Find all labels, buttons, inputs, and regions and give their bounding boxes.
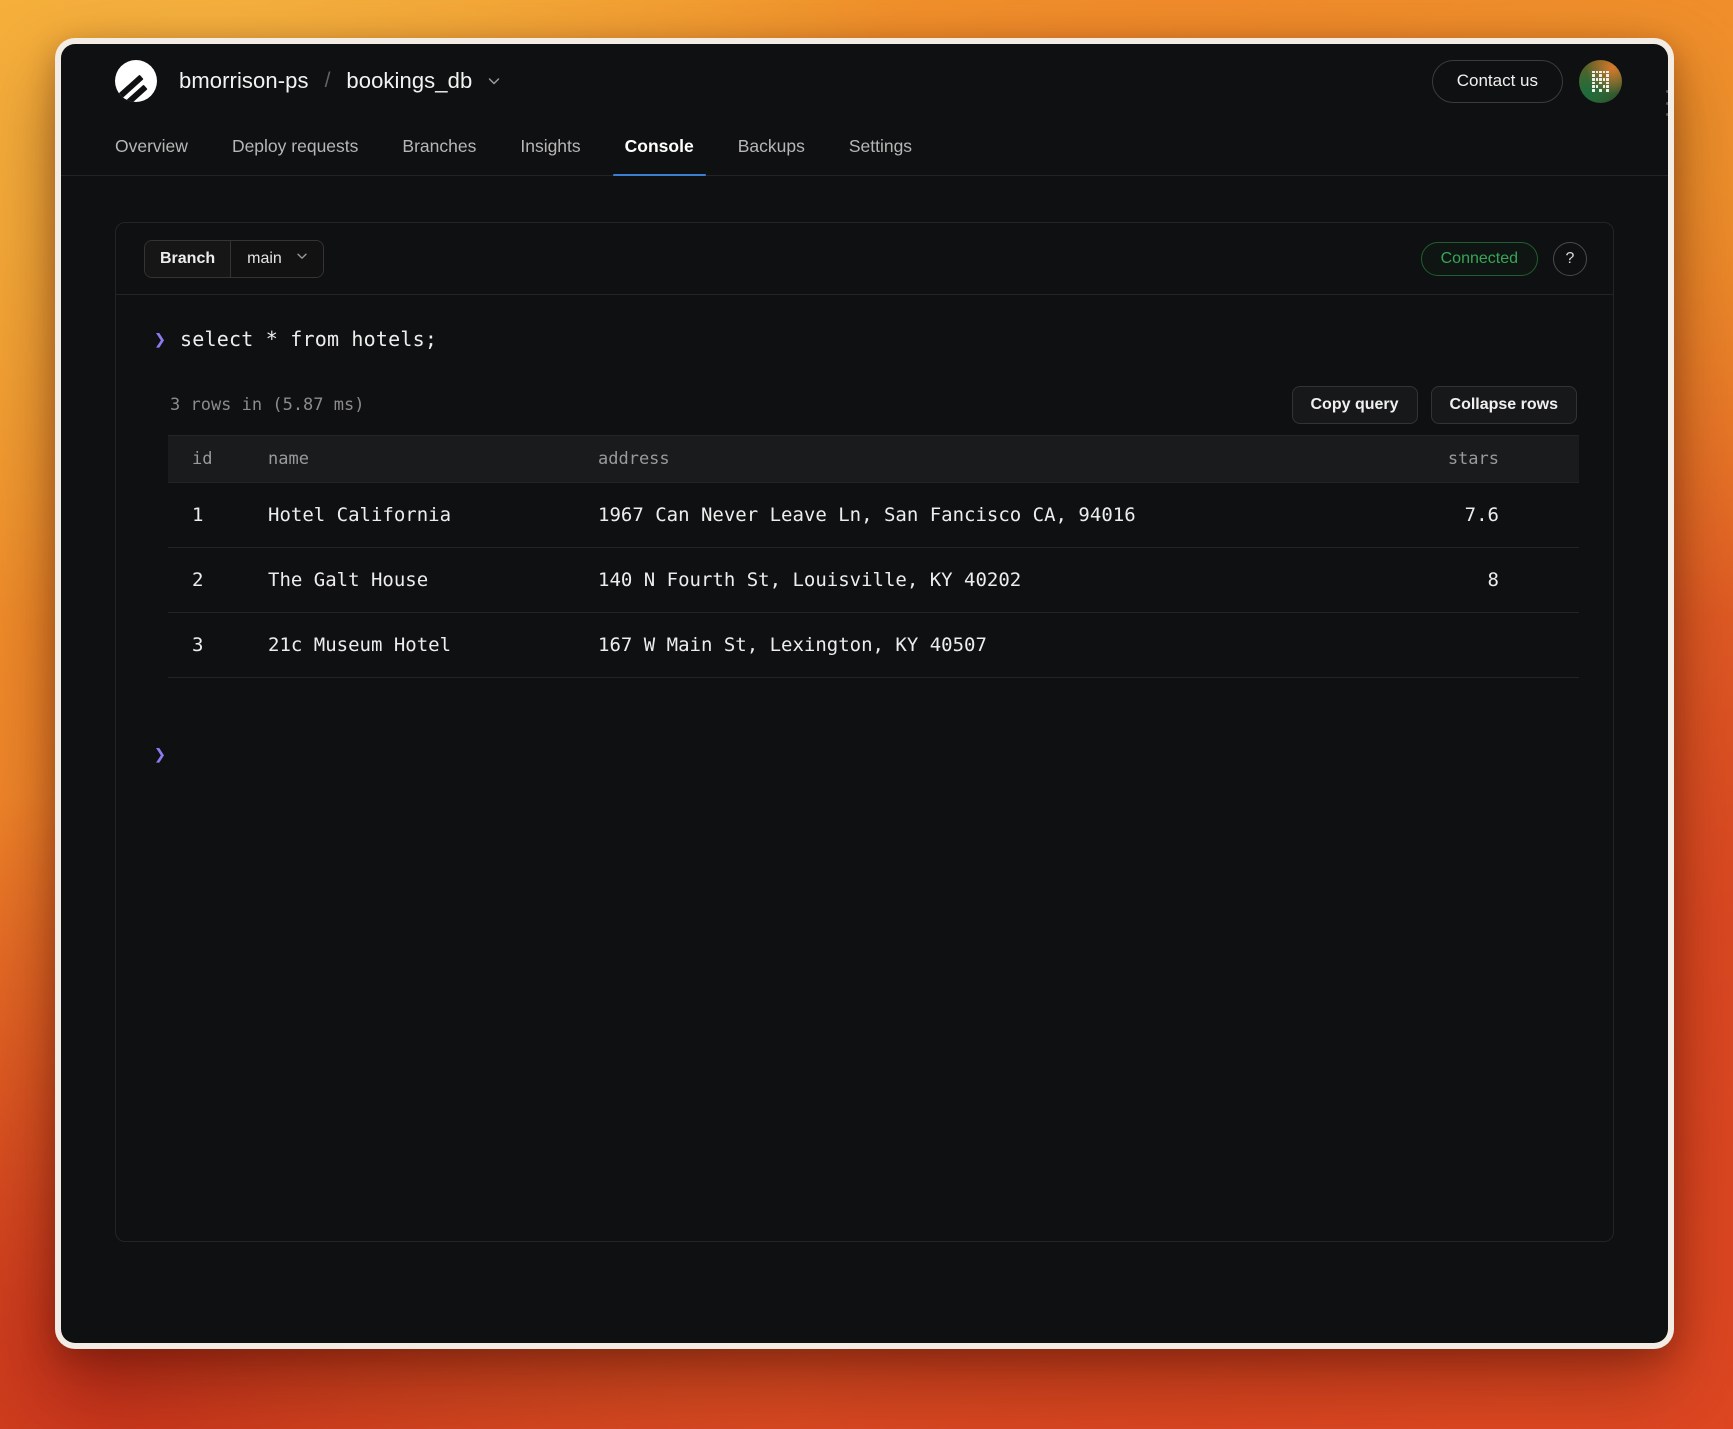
table-row[interactable]: 2 The Galt House 140 N Fourth St, Louisv…: [168, 548, 1579, 613]
column-header-name[interactable]: name: [256, 436, 586, 483]
console-toolbar: Branch main Connected ?: [116, 223, 1613, 295]
main-nav: Overview Deploy requests Branches Insigh…: [61, 118, 1668, 176]
tab-label: Insights: [520, 136, 580, 157]
prompt-chevron-icon: ❯: [154, 744, 166, 764]
status-badge: Connected: [1421, 242, 1538, 276]
query-result: 3 rows in (5.87 ms) Copy query Collapse …: [168, 375, 1579, 678]
query-line: ❯ select * from hotels;: [150, 327, 1579, 351]
avatar[interactable]: [1579, 60, 1622, 103]
breadcrumb: bmorrison-ps / bookings_db: [115, 60, 1432, 102]
breadcrumb-separator: /: [325, 69, 331, 93]
tab-label: Branches: [402, 136, 476, 157]
branch-name: main: [247, 250, 282, 268]
chevron-down-icon[interactable]: [486, 73, 502, 89]
column-header-id[interactable]: id: [168, 436, 256, 483]
console-input-line[interactable]: ❯: [154, 744, 1579, 764]
cell-id: 1: [168, 483, 256, 548]
tab-settings[interactable]: Settings: [827, 118, 934, 175]
column-header-stars[interactable]: stars: [1409, 436, 1579, 483]
top-bar: bmorrison-ps / bookings_db Contact us: [61, 44, 1668, 118]
cell-address: 167 W Main St, Lexington, KY 40507: [586, 613, 1409, 678]
page-content: Branch main Connected ?: [61, 176, 1668, 1242]
cell-id: 2: [168, 548, 256, 613]
top-bar-actions: Contact us: [1432, 60, 1622, 103]
cell-address: 140 N Fourth St, Louisville, KY 40202: [586, 548, 1409, 613]
rows-meta: 3 rows in (5.87 ms): [170, 395, 1292, 415]
tab-label: Deploy requests: [232, 136, 358, 157]
tab-label: Backups: [738, 136, 805, 157]
table-header-row: id name address stars: [168, 436, 1579, 483]
cell-name: Hotel California: [256, 483, 586, 548]
cell-address: 1967 Can Never Leave Ln, San Fancisco CA…: [586, 483, 1409, 548]
query-text[interactable]: select * from hotels;: [180, 327, 437, 351]
tab-console[interactable]: Console: [603, 118, 716, 175]
prompt-chevron-icon: ❯: [154, 329, 166, 349]
tab-label: Settings: [849, 136, 912, 157]
branch-selector: Branch main: [144, 240, 324, 278]
table-row[interactable]: 1 Hotel California 1967 Can Never Leave …: [168, 483, 1579, 548]
breadcrumb-database[interactable]: bookings_db: [346, 68, 472, 94]
browser-window-frame: bmorrison-ps / bookings_db Contact us: [55, 38, 1674, 1349]
chevron-down-icon: [295, 249, 309, 268]
scroll-indicator[interactable]: [1664, 90, 1668, 116]
collapse-rows-button[interactable]: Collapse rows: [1431, 386, 1577, 424]
cell-name: 21c Museum Hotel: [256, 613, 586, 678]
console-panel: Branch main Connected ?: [115, 222, 1614, 1242]
column-header-address[interactable]: address: [586, 436, 1409, 483]
tab-branches[interactable]: Branches: [380, 118, 498, 175]
result-table: id name address stars 1 Hotel California: [168, 435, 1579, 678]
contact-us-button[interactable]: Contact us: [1432, 60, 1563, 103]
console-output: ❯ select * from hotels; 3 rows in (5.87 …: [116, 295, 1613, 1241]
table-row[interactable]: 3 21c Museum Hotel 167 W Main St, Lexing…: [168, 613, 1579, 678]
result-header: 3 rows in (5.87 ms) Copy query Collapse …: [168, 375, 1579, 435]
tab-backups[interactable]: Backups: [716, 118, 827, 175]
cell-stars: [1409, 613, 1579, 678]
tab-label: Console: [625, 136, 694, 157]
breadcrumb-org[interactable]: bmorrison-ps: [179, 68, 309, 94]
console-status-group: Connected ?: [1421, 242, 1587, 276]
table-body: 1 Hotel California 1967 Can Never Leave …: [168, 483, 1579, 678]
cell-stars: 7.6: [1409, 483, 1579, 548]
branch-selector-label: Branch: [145, 241, 231, 277]
planetscale-logo-icon[interactable]: [115, 60, 157, 102]
tab-overview[interactable]: Overview: [115, 118, 210, 175]
cell-stars: 8: [1409, 548, 1579, 613]
tab-deploy-requests[interactable]: Deploy requests: [210, 118, 380, 175]
cell-name: The Galt House: [256, 548, 586, 613]
tab-label: Overview: [115, 136, 188, 157]
table-head: id name address stars: [168, 436, 1579, 483]
app-window: bmorrison-ps / bookings_db Contact us: [61, 44, 1668, 1343]
tab-insights[interactable]: Insights: [498, 118, 602, 175]
question-mark-circle-icon[interactable]: ?: [1553, 242, 1587, 276]
cell-id: 3: [168, 613, 256, 678]
result-actions: Copy query Collapse rows: [1292, 386, 1578, 424]
avatar-identicon-icon: [1592, 71, 1609, 92]
branch-selector-value[interactable]: main: [231, 241, 323, 277]
copy-query-button[interactable]: Copy query: [1292, 386, 1418, 424]
